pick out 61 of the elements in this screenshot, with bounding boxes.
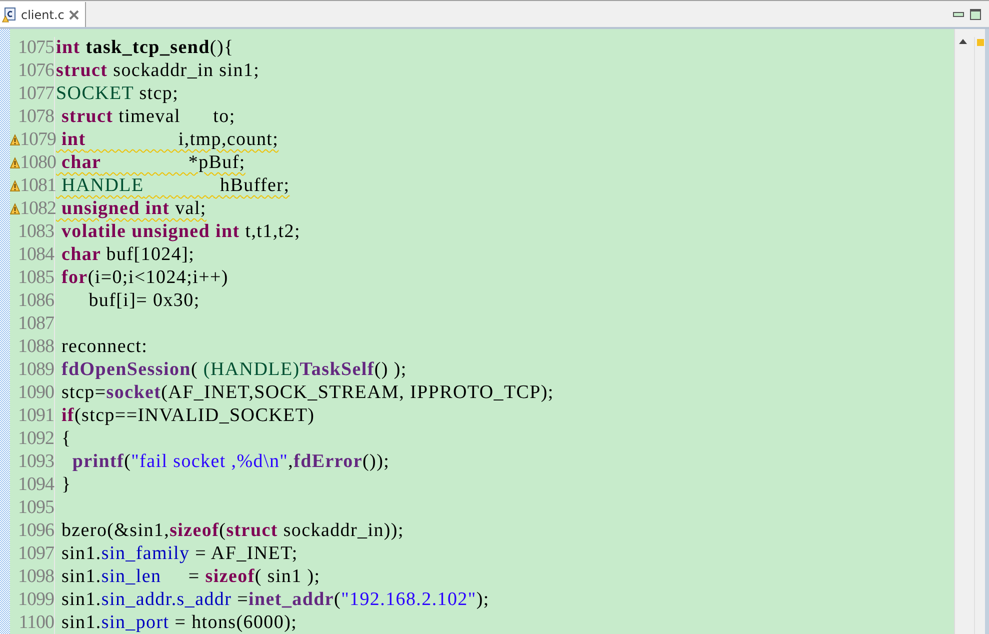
maximize-icon[interactable] bbox=[970, 9, 981, 20]
code-line: volatile unsigned int t,t1,t2; bbox=[60, 221, 300, 244]
editor-tab[interactable]: client.c bbox=[0, 2, 86, 27]
line-number: 1097 bbox=[18, 542, 54, 565]
code-line: int task_tcp_send(){ bbox=[56, 37, 234, 60]
line-number: 1092 bbox=[18, 428, 54, 450]
minimize-icon[interactable] bbox=[953, 12, 964, 17]
line-number: 1079 bbox=[20, 129, 56, 152]
code-line: for(i=0;i<1024;i++) bbox=[60, 267, 228, 290]
line-number: 1081 bbox=[20, 175, 56, 198]
code-line: int i,tmp,count; bbox=[60, 129, 279, 152]
line-number: 1090 bbox=[18, 382, 54, 404]
line-number: 1082 bbox=[20, 198, 56, 220]
code-line: reconnect: bbox=[60, 336, 148, 358]
code-line: sin1.sin_port = htons(6000); bbox=[60, 612, 298, 634]
line-number: 1080 bbox=[20, 152, 56, 174]
line-number: 1100 bbox=[18, 612, 54, 634]
overview-marker-icon[interactable] bbox=[976, 39, 984, 46]
warning-icon bbox=[10, 157, 20, 170]
line-number: 1098 bbox=[18, 566, 54, 588]
code-line: struct sockaddr_in sin1; bbox=[56, 60, 260, 82]
line-number: 1077 bbox=[18, 83, 54, 106]
code-line: { bbox=[60, 428, 72, 450]
line-number: 1095 bbox=[18, 496, 54, 519]
code-line: fdOpenSession( (HANDLE)TaskSelf() ); bbox=[60, 359, 407, 382]
line-number: 1083 bbox=[18, 221, 54, 244]
warning-icon bbox=[10, 134, 20, 146]
code-line: HANDLE hBuffer; bbox=[60, 175, 290, 198]
line-number: 1096 bbox=[18, 520, 54, 542]
code-line: sin1.sin_family = AF_INET; bbox=[60, 542, 298, 565]
c-file-icon bbox=[2, 6, 16, 22]
code-line: sin1.sin_addr.s_addr =inet_addr("192.168.2.102"); bbox=[60, 588, 490, 611]
close-icon[interactable] bbox=[69, 10, 80, 20]
line-number: 1093 bbox=[18, 450, 54, 473]
line-number: 1094 bbox=[18, 474, 54, 496]
line-number: 1087 bbox=[18, 313, 54, 336]
code-line: char buf[1024]; bbox=[60, 244, 195, 266]
scroll-up-icon[interactable] bbox=[958, 39, 966, 44]
code-line: unsigned int val; bbox=[60, 198, 206, 220]
code-line: SOCKET stcp; bbox=[56, 83, 179, 106]
code-line: sin1.sin_len = sizeof( sin1 ); bbox=[60, 566, 320, 588]
line-number: 1076 bbox=[18, 60, 54, 82]
code-line: char *pBuf; bbox=[60, 152, 246, 174]
code-line: bzero(&sin1,sizeof(struct sockaddr_in)); bbox=[60, 520, 404, 542]
line-number: 1084 bbox=[18, 244, 54, 266]
code-line: struct timeval to; bbox=[60, 106, 236, 128]
code-line: if(stcp==INVALID_SOCKET) bbox=[60, 404, 315, 427]
line-number: 1089 bbox=[18, 359, 54, 382]
line-number: 1086 bbox=[18, 290, 54, 312]
code-line: stcp=socket(AF_INET,SOCK_STREAM, IPPROTO_TCP); bbox=[60, 382, 554, 404]
line-number: 1085 bbox=[18, 267, 54, 290]
line-number: 1091 bbox=[18, 404, 54, 427]
line-number: 1075 bbox=[18, 37, 54, 60]
line-number: 1078 bbox=[18, 106, 54, 128]
code-line: } bbox=[60, 474, 72, 496]
warning-icon bbox=[10, 180, 20, 192]
code-line: printf("fail socket ,%d\n",fdError()); bbox=[71, 450, 390, 473]
warning-icon bbox=[10, 203, 20, 216]
code-line: buf[i]= 0x30; bbox=[88, 290, 200, 312]
line-number: 1099 bbox=[18, 588, 54, 611]
line-number: 1088 bbox=[18, 336, 54, 358]
